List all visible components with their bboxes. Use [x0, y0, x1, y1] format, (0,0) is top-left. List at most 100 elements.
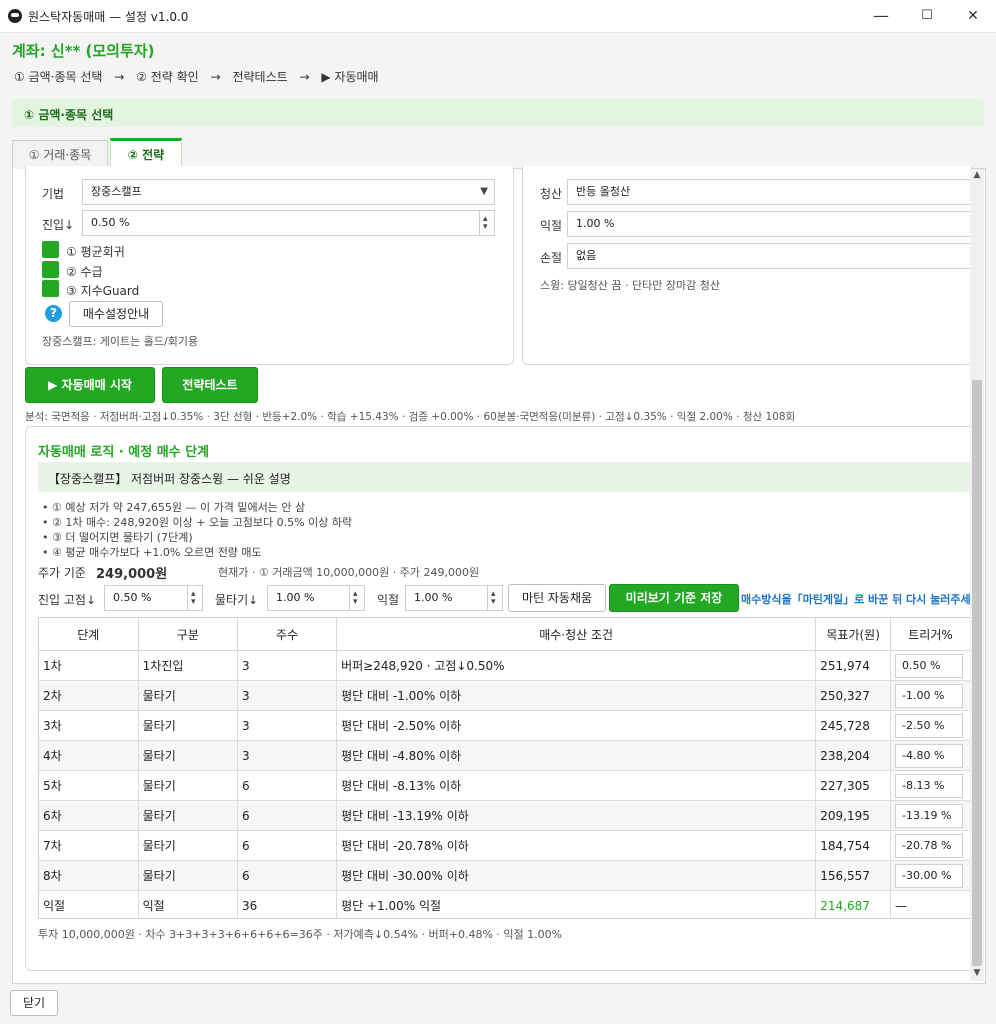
swing-note: 스윙: 당일청산 끔 · 단타만 장마감 청산 [540, 279, 720, 292]
water-value: 1.00 % [276, 591, 315, 604]
spin-arrows-icon[interactable] [487, 586, 502, 610]
section-title: ① 금액·종목 선택 [24, 108, 114, 122]
stage-cell: 6차 [39, 800, 139, 831]
minimize-button[interactable]: — [858, 0, 904, 32]
technique-dropdown[interactable]: 장중스캘프 ▼ [82, 179, 495, 205]
spin-arrows-icon[interactable] [349, 586, 364, 610]
buy-stage-table: 단계 구분 주수 매수·청산 조건 목표가(원) 트리거% 1차 1차진입 3 … [38, 617, 972, 919]
trigger-cell: -2.50 % [890, 710, 971, 741]
martin-autofill-button[interactable]: 마틴 자동채움 [508, 584, 606, 612]
breadcrumb: ① 금액·종목 선택 → ② 전략 확인 → 전략테스트 → ▶ 자동매매 [14, 68, 387, 85]
logic-bullet: • ① 예상 저가 약 247,655원 — 이 가격 밑에서는 안 삼 [42, 501, 306, 514]
type-cell: 물타기 [138, 740, 239, 771]
shares-cell: 6 [237, 770, 338, 801]
step-strategy-test: 전략테스트 [232, 70, 288, 84]
settle-label: 청산 [540, 187, 563, 201]
column-header[interactable]: 구분 [138, 618, 239, 651]
close-window-button[interactable]: ✕ [950, 0, 996, 32]
step-strategy-confirm: ② 전략 확인 [136, 70, 199, 84]
trigger-input[interactable]: 0.50 % [895, 653, 964, 678]
condition-cell: 평단 대비 -20.78% 이하 [336, 830, 817, 861]
column-header[interactable]: 목표가(원) [815, 618, 892, 651]
help-icon[interactable]: ? [45, 305, 62, 322]
column-header[interactable]: 트리거% [890, 618, 971, 651]
type-cell: 물타기 [138, 830, 239, 861]
table-row: 익절 익절 36 평단 +1.00% 익절 214,687 — [39, 890, 971, 918]
stage-cell: 7차 [39, 830, 139, 861]
window-title: 원스탁자동매매 — 설정 v1.0.0 [28, 10, 189, 24]
target-price-cell: 156,557 [815, 860, 892, 891]
scroll-down-icon[interactable]: ▼ [970, 968, 984, 978]
entry-high-spinbox[interactable]: 0.50 % [104, 585, 203, 611]
trigger-input[interactable]: -20.78 % [895, 833, 964, 858]
entry-high-value: 0.50 % [113, 591, 152, 604]
entry-value: 0.50 % [91, 216, 130, 229]
type-cell: 물타기 [138, 860, 239, 891]
analysis-summary: 분석: 국면적응 · 저점버퍼·고점↓0.35% · 3단 선형 · 반등+2.… [25, 411, 796, 423]
column-header[interactable]: 단계 [39, 618, 139, 651]
stage-cell: 4차 [39, 740, 139, 771]
target-price-cell: 184,754 [815, 830, 892, 861]
water-label: 물타기↓ [215, 593, 259, 607]
summary-title: 【장중스캘프】 저점버퍼 장중스윙 — 쉬운 설명 [48, 472, 291, 486]
checkbox-supply-demand[interactable] [42, 261, 59, 278]
trigger-input[interactable]: -13.19 % [895, 803, 964, 828]
logic-bullet: • ④ 평균 매수가보다 +1.0% 오르면 전량 매도 [42, 546, 262, 559]
stop-field[interactable]: 없음 [567, 243, 970, 269]
trigger-cell: 0.50 % [890, 650, 971, 681]
type-cell: 물타기 [138, 800, 239, 831]
stop-label: 손절 [540, 251, 563, 265]
trigger-cell: -4.80 % [890, 740, 971, 771]
column-header[interactable]: 주수 [237, 618, 338, 651]
account-title: 계좌: 신** (모의투자) [12, 42, 155, 60]
table-row: 8차 물타기 6 평단 대비 -30.00% 이하 156,557 -30.00… [39, 860, 971, 891]
settle-field[interactable]: 반등 올청산 [567, 179, 970, 205]
trigger-input[interactable]: -4.80 % [895, 743, 964, 768]
step-arrow: → [114, 70, 125, 84]
checkbox-index-guard[interactable] [42, 280, 59, 297]
entry-label: 진입↓ [42, 218, 75, 232]
condition-cell: 평단 대비 -4.80% 이하 [336, 740, 817, 771]
maximize-button[interactable]: ☐ [904, 0, 950, 32]
trigger-input[interactable]: -2.50 % [895, 713, 964, 738]
check-label-index-guard: ③ 지수Guard [66, 284, 140, 298]
start-auto-trade-button[interactable]: ▶ 자동매매 시작 [25, 367, 155, 403]
buy-setting-guide-button[interactable]: 매수설정안내 [69, 301, 163, 327]
column-header[interactable]: 매수·청산 조건 [336, 618, 817, 651]
type-cell: 물타기 [138, 770, 239, 801]
logic-title: 자동매매 로직 · 예정 매수 단계 [38, 445, 210, 460]
profit-label: 익절 [540, 219, 563, 233]
technique-label: 기법 [42, 187, 65, 201]
trigger-input[interactable]: -1.00 % [895, 683, 964, 708]
checkbox-mean-reversion[interactable] [42, 241, 59, 258]
trigger-input[interactable]: -30.00 % [895, 863, 964, 888]
trigger-cell: -13.19 % [890, 800, 971, 831]
profit-take-spinbox[interactable]: 1.00 % [405, 585, 503, 611]
target-price-cell: 214,687 [815, 890, 892, 918]
save-preview-button[interactable]: 미리보기 기준 저장 [609, 584, 739, 612]
trigger-cell: -20.78 % [890, 830, 971, 861]
trigger-cell: -1.00 % [890, 680, 971, 711]
shares-cell: 6 [237, 830, 338, 861]
shares-cell: 3 [237, 740, 338, 771]
stage-cell: 익절 [39, 890, 139, 918]
type-cell: 익절 [138, 890, 239, 918]
app-logo-icon [8, 9, 22, 23]
shares-cell: 6 [237, 860, 338, 891]
strategy-test-button[interactable]: 전략테스트 [162, 367, 258, 403]
scroll-up-icon[interactable]: ▲ [970, 170, 984, 180]
entry-spinbox[interactable]: 0.50 % [82, 210, 495, 236]
trigger-input[interactable]: -8.13 % [895, 773, 964, 798]
spin-arrows-icon[interactable] [187, 586, 202, 610]
water-spinbox[interactable]: 1.00 % [267, 585, 365, 611]
target-price-cell: 238,204 [815, 740, 892, 771]
scrollbar-thumb[interactable] [972, 380, 982, 966]
close-button[interactable]: 닫기 [10, 990, 58, 1016]
profit-field[interactable]: 1.00 % [567, 211, 970, 237]
tab-trade-stock[interactable]: ① 거래·종목 [12, 140, 108, 169]
investment-summary: 투자 10,000,000원 · 차수 3+3+3+3+6+6+6+6=36주 … [38, 928, 563, 941]
condition-cell: 평단 대비 -1.00% 이하 [336, 680, 817, 711]
profit-take-label: 익절 [377, 593, 400, 607]
spin-arrows-icon[interactable] [479, 211, 494, 235]
stage-cell: 5차 [39, 770, 139, 801]
